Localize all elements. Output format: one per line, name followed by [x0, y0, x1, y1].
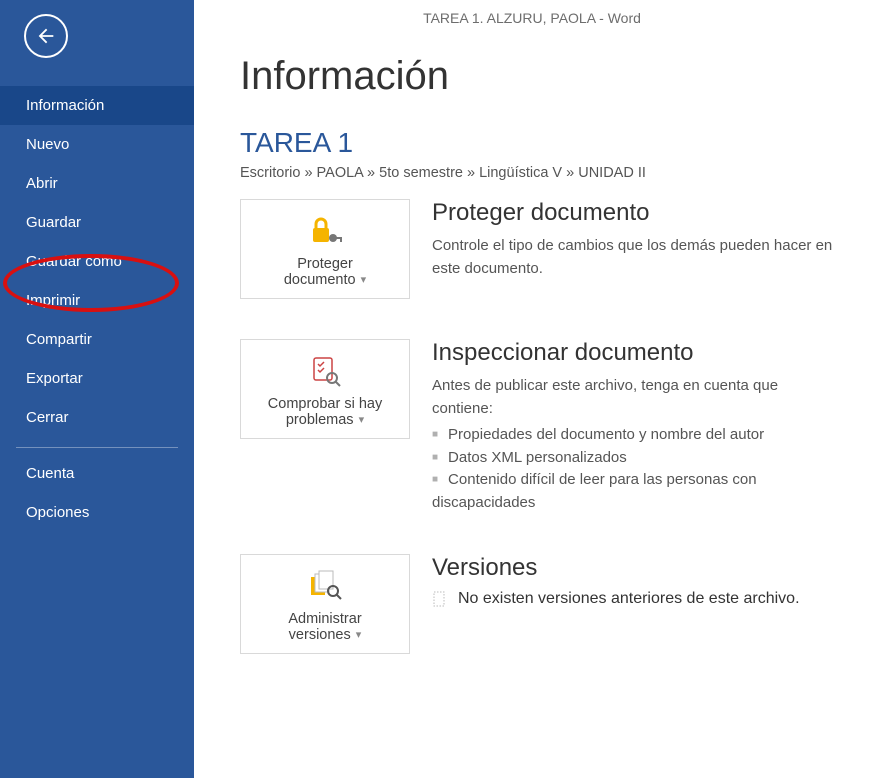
- chevron-down-icon: ▾: [358, 274, 367, 286]
- arrow-left-icon: [35, 25, 57, 47]
- backstage-sidebar: Información Nuevo Abrir Guardar Guardar …: [0, 0, 194, 778]
- sidebar-item-abrir[interactable]: Abrir: [0, 164, 194, 203]
- sidebar-item-guardar[interactable]: Guardar: [0, 203, 194, 242]
- card-label: problemas: [286, 412, 354, 428]
- sidebar-item-label: Cuenta: [26, 465, 74, 482]
- sidebar-item-cuenta[interactable]: Cuenta: [0, 454, 194, 493]
- section-text-protect: Controle el tipo de cambios que los demá…: [432, 235, 840, 280]
- sidebar-item-label: Nuevo: [26, 136, 69, 153]
- sidebar-item-imprimir[interactable]: Imprimir: [0, 281, 194, 320]
- sidebar-item-label: Guardar: [26, 214, 81, 231]
- sidebar-item-cerrar[interactable]: Cerrar: [0, 398, 194, 437]
- sidebar-item-label: Compartir: [26, 331, 92, 348]
- window-title: TAREA 1. ALZURU, PAOLA - Word: [194, 0, 870, 54]
- section-heading-inspect: Inspeccionar documento: [432, 339, 840, 367]
- protect-document-button[interactable]: Proteger documento ▾: [240, 199, 410, 299]
- sidebar-divider: [16, 447, 178, 448]
- section-text-versions: No existen versiones anteriores de este …: [458, 590, 800, 608]
- sidebar-item-opciones[interactable]: Opciones: [0, 493, 194, 532]
- card-label: Proteger: [297, 256, 353, 272]
- section-heading-versions: Versiones: [432, 554, 840, 582]
- document-title: TAREA 1: [240, 127, 870, 159]
- sidebar-item-label: Opciones: [26, 504, 89, 521]
- card-label: Administrar: [288, 611, 361, 627]
- inspect-item: Datos XML personalizados: [432, 447, 840, 470]
- documents-magnify-icon: [307, 567, 343, 605]
- section-intro-inspect: Antes de publicar este archivo, tenga en…: [432, 375, 840, 420]
- chevron-down-icon: ▾: [353, 629, 362, 641]
- sidebar-item-label: Guardar como: [26, 253, 122, 270]
- sidebar-item-nuevo[interactable]: Nuevo: [0, 125, 194, 164]
- sidebar-item-compartir[interactable]: Compartir: [0, 320, 194, 359]
- sidebar-item-label: Imprimir: [26, 292, 80, 309]
- sidebar-item-guardar-como[interactable]: Guardar como: [0, 242, 194, 281]
- page-title: Información: [240, 54, 870, 99]
- card-label: documento: [284, 272, 356, 288]
- back-button[interactable]: [24, 14, 68, 58]
- check-issues-button[interactable]: Comprobar si hay problemas ▾: [240, 339, 410, 439]
- main-panel: TAREA 1. ALZURU, PAOLA - Word Informació…: [194, 0, 870, 778]
- inspect-item: Contenido difícil de leer para las perso…: [432, 469, 840, 514]
- sidebar-item-label: Cerrar: [26, 409, 69, 426]
- document-dotted-icon: [432, 591, 448, 607]
- inspect-item: Propiedades del documento y nombre del a…: [432, 424, 840, 447]
- checklist-magnify-icon: [308, 352, 342, 390]
- sidebar-item-label: Información: [26, 97, 104, 114]
- sidebar-item-label: Abrir: [26, 175, 58, 192]
- card-label: versiones: [289, 627, 351, 643]
- section-heading-protect: Proteger documento: [432, 199, 840, 227]
- chevron-down-icon: ▾: [356, 414, 365, 426]
- sidebar-item-label: Exportar: [26, 370, 83, 387]
- breadcrumb: Escritorio » PAOLA » 5to semestre » Ling…: [240, 165, 870, 181]
- manage-versions-button[interactable]: Administrar versiones ▾: [240, 554, 410, 654]
- card-label: Comprobar si hay: [268, 396, 382, 412]
- sidebar-item-exportar[interactable]: Exportar: [0, 359, 194, 398]
- sidebar-item-informacion[interactable]: Información: [0, 86, 194, 125]
- lock-key-icon: [307, 212, 343, 250]
